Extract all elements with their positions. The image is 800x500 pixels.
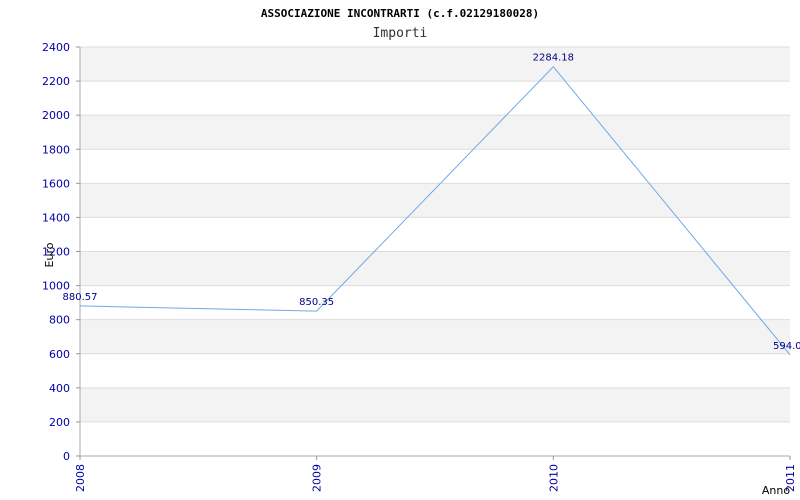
y-tick-label: 200 [49, 416, 70, 429]
x-tick-label: 2010 [547, 464, 560, 492]
y-tick-label: 2000 [42, 109, 70, 122]
y-axis-label: Euro [43, 242, 56, 267]
grid-band [80, 251, 790, 286]
chart-title: ASSOCIAZIONE INCONTRARTI (c.f.0212918002… [261, 7, 539, 20]
y-tick-label: 600 [49, 348, 70, 361]
y-tick-label: 2400 [42, 41, 70, 54]
y-tick-label: 0 [63, 450, 70, 463]
x-axis-ticks: 2008 2009 2010 2011 [74, 456, 797, 492]
y-tick-label: 1400 [42, 211, 70, 224]
y-tick-label: 2200 [42, 75, 70, 88]
x-tick-label: 2009 [311, 464, 324, 492]
data-label: 594.0 [773, 341, 800, 352]
line-chart: ASSOCIAZIONE INCONTRARTI (c.f.0212918002… [42, 7, 800, 497]
y-tick-label: 800 [49, 314, 70, 327]
x-tick-label: 2008 [74, 464, 87, 492]
grid-band [80, 319, 790, 354]
x-axis-label: Anno [762, 484, 790, 497]
y-tick-label: 1800 [42, 143, 70, 156]
y-tick-label: 400 [49, 382, 70, 395]
data-label: 2284.18 [533, 53, 574, 64]
chart-subtitle: Importi [373, 26, 428, 41]
data-label: 850.35 [299, 297, 334, 308]
grid-band [80, 115, 790, 150]
grid-band [80, 387, 790, 422]
y-tick-label: 1000 [42, 280, 70, 293]
y-tick-label: 1600 [42, 177, 70, 190]
data-label: 880.57 [63, 292, 98, 303]
grid-band [80, 47, 790, 82]
